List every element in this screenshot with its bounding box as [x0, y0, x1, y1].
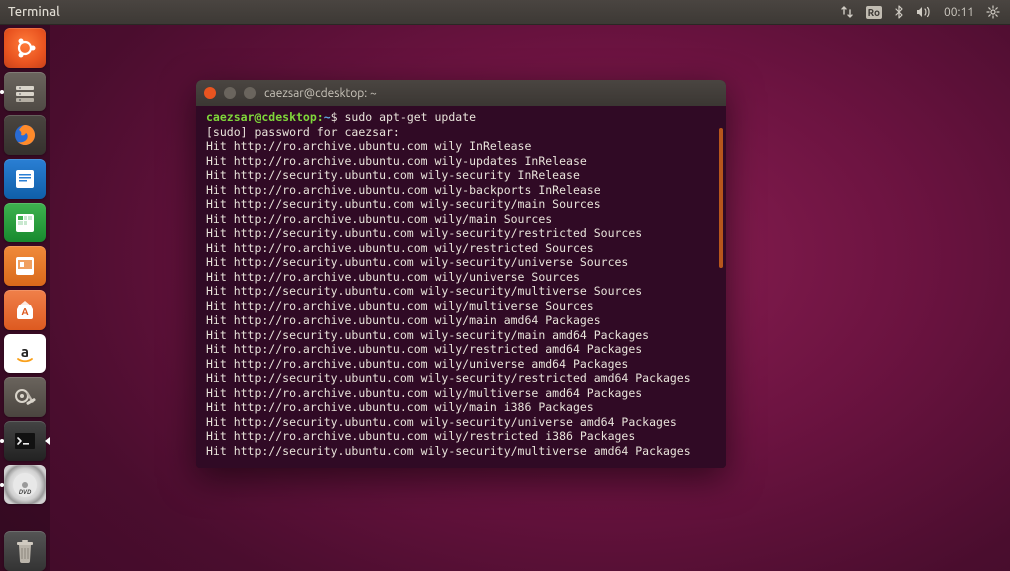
- window-close-button[interactable]: [204, 87, 216, 99]
- launcher-libreoffice-writer[interactable]: [4, 159, 46, 199]
- window-maximize-button[interactable]: [244, 87, 256, 99]
- top-panel: Terminal Ro 00:11: [0, 0, 1010, 25]
- launcher-files[interactable]: [4, 72, 46, 112]
- bluetooth-icon[interactable]: [894, 5, 904, 19]
- svg-text:a: a: [21, 343, 29, 360]
- launcher-ubuntu-dash[interactable]: [4, 28, 46, 68]
- launcher-ubuntu-software[interactable]: A: [4, 290, 46, 330]
- terminal-output[interactable]: caezsar@cdesktop:~$ sudo apt-get update …: [196, 106, 726, 468]
- launcher-libreoffice-impress[interactable]: [4, 246, 46, 286]
- launcher: Aa DVD: [0, 24, 50, 571]
- network-icon[interactable]: [840, 5, 854, 19]
- system-tray: Ro 00:11: [840, 5, 1010, 19]
- window-titlebar[interactable]: caezsar@cdesktop: ~: [196, 80, 726, 106]
- active-app-title: Terminal: [0, 5, 60, 19]
- launcher-libreoffice-calc[interactable]: [4, 203, 46, 243]
- clock[interactable]: 00:11: [944, 6, 974, 19]
- svg-text:A: A: [21, 306, 28, 317]
- launcher-system-settings[interactable]: [4, 377, 46, 417]
- window-title: caezsar@cdesktop: ~: [264, 87, 377, 100]
- terminal-scrollbar[interactable]: [719, 128, 723, 268]
- svg-text:DVD: DVD: [19, 489, 32, 496]
- keyboard-layout-indicator[interactable]: Ro: [866, 6, 882, 19]
- launcher-firefox[interactable]: [4, 115, 46, 155]
- window-minimize-button[interactable]: [224, 87, 236, 99]
- launcher-dvd[interactable]: DVD: [4, 465, 46, 505]
- terminal-window[interactable]: caezsar@cdesktop: ~ caezsar@cdesktop:~$ …: [196, 80, 726, 468]
- launcher-terminal[interactable]: [4, 421, 46, 461]
- launcher-amazon[interactable]: a: [4, 334, 46, 374]
- volume-icon[interactable]: [916, 6, 932, 18]
- launcher-trash[interactable]: [4, 531, 46, 571]
- gear-icon[interactable]: [986, 5, 1000, 19]
